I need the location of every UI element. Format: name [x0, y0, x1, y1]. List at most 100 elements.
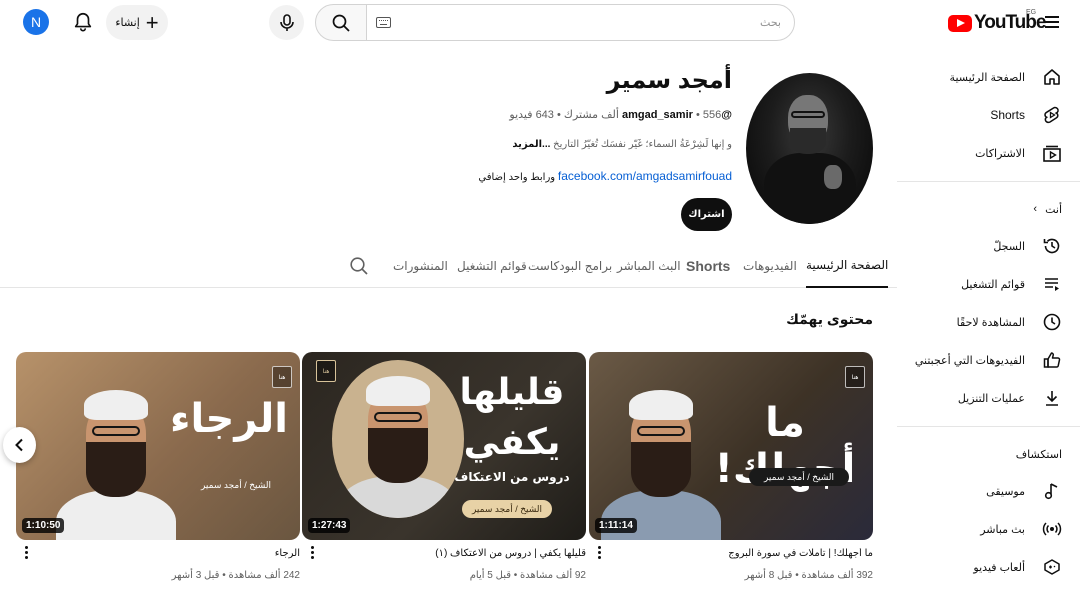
video-thumbnail[interactable]: ما أجهلك! الشيخ / أمجد سمير هنا 1:11:14	[589, 352, 873, 540]
channel-search-icon[interactable]	[349, 256, 369, 276]
shorts-icon	[1044, 106, 1059, 124]
sidebar-item-label: Shorts	[990, 108, 1025, 122]
thumbnail-headline: الرجاء	[170, 396, 288, 442]
video-title[interactable]: الرجاء	[16, 548, 300, 564]
sidebar-item-home[interactable]: الصفحة الرئيسية	[897, 58, 1080, 96]
playlists-icon	[1045, 278, 1059, 291]
menu-icon[interactable]	[1045, 16, 1059, 28]
channel-watermark: هنا	[316, 360, 336, 382]
sidebar-section-explore: استكشاف	[897, 436, 1080, 472]
sidebar-divider	[897, 426, 1080, 427]
tab-live[interactable]: البث المباشر	[617, 244, 681, 288]
description-text: و إنها لَشِرْعَةُ السماء؛ غَيّر نفسَك تُ…	[553, 139, 732, 150]
video-more-button[interactable]	[309, 546, 315, 562]
subscriptions-icon	[1043, 145, 1061, 162]
extra-links[interactable]: ورابط واحد إضافي	[478, 172, 555, 183]
thumbnail-headline: قليلها	[459, 372, 565, 413]
create-button[interactable]: إنشاء +	[106, 5, 168, 40]
channel-avatar[interactable]	[746, 73, 873, 224]
channel-description[interactable]: و إنها لَشِرْعَةُ السماء؛ غَيّر نفسَك تُ…	[420, 139, 732, 150]
account-avatar[interactable]: N	[23, 9, 49, 35]
gaming-icon	[1044, 559, 1060, 575]
thumbnail-headline-2: يكفي	[463, 422, 561, 463]
sidebar: الصفحة الرئيسية Shorts الاشتراكات ‹ أنت …	[897, 58, 1080, 586]
sidebar-item-live[interactable]: بث مباشر	[897, 510, 1080, 548]
sidebar-item-label: عمليات التنزيل	[957, 392, 1025, 405]
video-duration: 1:27:43	[308, 518, 351, 533]
music-icon	[1044, 483, 1058, 500]
tab-playlists[interactable]: قوائم التشغيل	[457, 244, 527, 288]
video-duration: 1:11:14	[595, 518, 637, 533]
sidebar-item-playlists[interactable]: قوائم التشغيل	[897, 265, 1080, 303]
sidebar-item-history[interactable]: السجلّ	[897, 227, 1080, 265]
sidebar-item-liked-videos[interactable]: الفيديوهات التي أعجبتني	[897, 341, 1080, 379]
channel-watermark: هنا	[272, 366, 292, 388]
keyboard-icon[interactable]	[376, 17, 391, 28]
search-button[interactable]	[315, 4, 367, 41]
section-title: محتوى يهمّك	[786, 311, 873, 327]
video-more-button[interactable]	[23, 546, 29, 562]
channel-tabs: الصفحة الرئيسية الفيديوهات Shorts البث ا…	[0, 244, 897, 288]
video-title[interactable]: ما أجهلك! | تأملات في سورة البروج	[589, 548, 873, 564]
tab-shorts[interactable]: Shorts	[686, 244, 730, 288]
video-thumbnail[interactable]: الرجاء الشيخ / أمجد سمير هنا 1:10:50	[16, 352, 300, 540]
video-card[interactable]: قليلها يكفي دروس من الاعتكاف الشيخ / أمج…	[302, 352, 586, 581]
sidebar-item-music[interactable]: موسيقى	[897, 472, 1080, 510]
sidebar-item-label: قوائم التشغيل	[961, 278, 1025, 291]
microphone-icon	[279, 13, 294, 31]
sidebar-item-shorts[interactable]: Shorts	[897, 96, 1080, 134]
video-meta: 242 ألف مشاهدة • قبل 3 أشهر	[171, 570, 300, 581]
thumbnail-ribbon: الشيخ / أمجد سمير	[200, 479, 272, 490]
thumbnail-subtitle: دروس من الاعتكاف	[454, 470, 570, 484]
tab-home[interactable]: الصفحة الرئيسية	[806, 244, 889, 288]
notifications-bell-icon[interactable]	[72, 11, 94, 33]
video-meta: 392 ألف مشاهدة • قبل 8 أشهر	[744, 570, 873, 581]
video-more-button[interactable]	[596, 546, 602, 562]
search-input[interactable]	[403, 5, 787, 40]
thumbnail-ribbon: الشيخ / أمجد سمير	[749, 468, 849, 486]
sidebar-heading-explore: استكشاف	[1015, 448, 1062, 461]
watch-later-icon	[1043, 313, 1061, 331]
video-card[interactable]: الرجاء الشيخ / أمجد سمير هنا 1:10:50 الر…	[16, 352, 300, 581]
subscribe-button[interactable]: اشتراك	[681, 198, 732, 231]
sidebar-item-label: المشاهدة لاحقًا	[956, 316, 1025, 329]
country-code: EG	[1026, 9, 1037, 16]
home-icon	[1044, 69, 1060, 85]
video-title[interactable]: قليلها يكفي | دروس من الاعتكاف (١)	[302, 548, 586, 564]
sidebar-item-subscriptions[interactable]: الاشتراكات	[897, 134, 1080, 172]
sidebar-item-downloads[interactable]: عمليات التنزيل	[897, 379, 1080, 417]
sidebar-item-label: الفيديوهات التي أعجبتني	[914, 354, 1025, 367]
facebook-link[interactable]: facebook.com/amgadsamirfouad	[558, 169, 732, 183]
sidebar-item-label: الصفحة الرئيسية	[949, 71, 1025, 84]
history-icon	[1043, 238, 1060, 254]
channel-name: أمجد سمير	[606, 67, 732, 94]
sidebar-divider	[897, 181, 1080, 182]
tab-videos[interactable]: الفيديوهات	[743, 244, 797, 288]
more-link[interactable]: ...المزيد	[512, 139, 550, 150]
tab-podcasts[interactable]: برامج البودكاست	[528, 244, 612, 288]
video-card[interactable]: ما أجهلك! الشيخ / أمجد سمير هنا 1:11:14 …	[589, 352, 873, 581]
sidebar-item-gaming[interactable]: ألعاب فيديو	[897, 548, 1080, 586]
sidebar-item-watch-later[interactable]: المشاهدة لاحقًا	[897, 303, 1080, 341]
search-field	[366, 4, 795, 41]
channel-links: facebook.com/amgadsamirfouad ورابط واحد …	[420, 169, 732, 183]
carousel-previous-button[interactable]	[3, 427, 36, 463]
video-thumbnail[interactable]: قليلها يكفي دروس من الاعتكاف الشيخ / أمج…	[302, 352, 586, 540]
chevron-left-icon: ‹	[1033, 203, 1038, 215]
video-count: 643 فيديو	[509, 109, 554, 121]
live-icon	[1042, 522, 1062, 536]
top-bar: N إنشاء + YouTube EG	[0, 0, 1080, 46]
sidebar-item-label: ألعاب فيديو	[973, 561, 1025, 574]
sidebar-item-label: بث مباشر	[980, 523, 1025, 536]
video-meta: 92 ألف مشاهدة • قبل 5 أيام	[469, 570, 586, 581]
create-label: إنشاء	[115, 17, 140, 29]
download-icon	[1046, 391, 1058, 406]
search-icon	[332, 14, 350, 32]
tab-posts[interactable]: المنشورات	[393, 244, 448, 288]
voice-search-button[interactable]	[269, 5, 304, 40]
sidebar-section-you[interactable]: ‹ أنت	[897, 191, 1080, 227]
sidebar-heading-you: أنت	[1045, 203, 1062, 216]
sidebar-item-label: موسيقى	[986, 485, 1025, 498]
sidebar-item-label: الاشتراكات	[975, 147, 1025, 160]
youtube-logo[interactable]: YouTube EG	[948, 9, 1046, 35]
